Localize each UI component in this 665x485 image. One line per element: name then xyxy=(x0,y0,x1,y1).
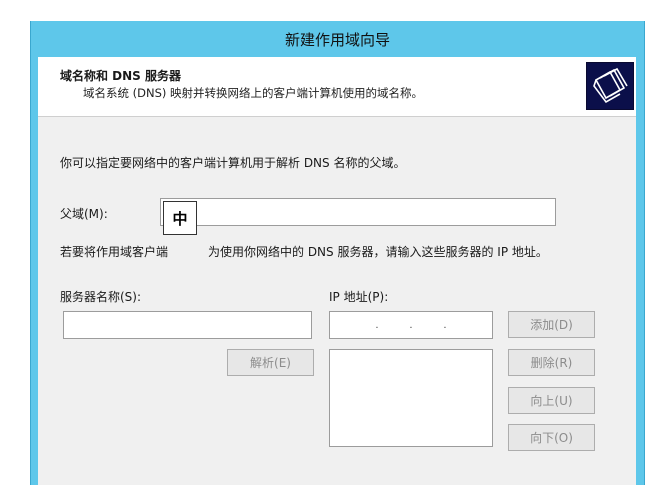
ime-indicator[interactable]: 中 xyxy=(163,201,197,235)
server-name-label: 服务器名称(S): xyxy=(60,290,142,304)
ip-address-label: IP 地址(P): xyxy=(329,290,389,304)
ip-address-input[interactable]: . . . xyxy=(329,311,493,339)
server-name-input[interactable] xyxy=(63,311,312,339)
ip-dot: . xyxy=(409,319,413,331)
folders-icon xyxy=(586,62,634,110)
add-button[interactable]: 添加(D) xyxy=(508,311,595,338)
wizard-header: 域名称和 DNS 服务器 域名系统 (DNS) 映射并转换网络上的客户端计算机使… xyxy=(38,57,636,117)
parent-domain-input[interactable] xyxy=(160,198,556,226)
remove-button[interactable]: 删除(R) xyxy=(508,349,595,376)
header-subtitle: 域名系统 (DNS) 映射并转换网络上的客户端计算机使用的域名称。 xyxy=(83,86,424,100)
window-title: 新建作用域向导 xyxy=(284,30,390,49)
header-title: 域名称和 DNS 服务器 xyxy=(60,69,182,83)
wizard-window: 新建作用域向导 域名称和 DNS 服务器 域名系统 (DNS) 映射并转换网络上… xyxy=(30,21,645,485)
wizard-client-area: 域名称和 DNS 服务器 域名系统 (DNS) 映射并转换网络上的客户端计算机使… xyxy=(38,57,636,485)
parent-domain-label: 父域(M): xyxy=(60,207,108,221)
ip-dot: . xyxy=(443,319,447,331)
dns-note-left: 若要将作用域客户端 xyxy=(60,245,169,259)
ip-address-list[interactable] xyxy=(329,349,493,447)
move-down-button[interactable]: 向下(O) xyxy=(508,424,595,451)
dns-note-right: 为使用你网络中的 DNS 服务器，请输入这些服务器的 IP 地址。 xyxy=(208,245,548,259)
ip-dot: . xyxy=(375,319,379,331)
resolve-button[interactable]: 解析(E) xyxy=(227,349,314,376)
intro-text: 你可以指定要网络中的客户端计算机用于解析 DNS 名称的父域。 xyxy=(60,156,406,170)
move-up-button[interactable]: 向上(U) xyxy=(508,387,595,414)
